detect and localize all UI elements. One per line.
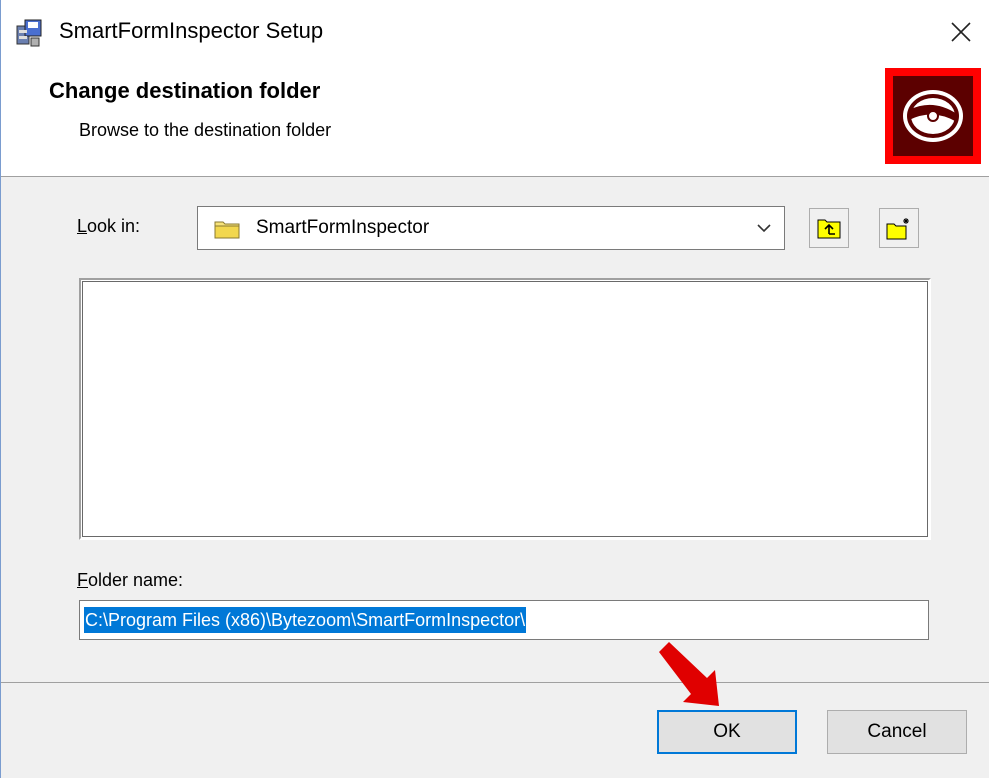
page-title: Change destination folder xyxy=(49,78,321,103)
chevron-down-icon xyxy=(757,224,771,233)
close-button[interactable] xyxy=(939,10,983,54)
cancel-button[interactable]: Cancel xyxy=(827,710,967,754)
folder-name-input[interactable]: C:\Program Files (x86)\Bytezoom\SmartFor… xyxy=(79,600,929,640)
folder-up-icon xyxy=(817,219,841,239)
setup-dialog: SmartFormInspector Setup Change destinat… xyxy=(0,0,989,778)
up-one-level-button[interactable] xyxy=(809,208,849,248)
close-icon xyxy=(951,22,971,42)
disc-icon xyxy=(903,90,963,142)
look-in-label: Look in: xyxy=(77,216,141,236)
banner-image xyxy=(885,68,981,164)
page-subtitle: Browse to the destination folder xyxy=(79,120,332,140)
new-folder-icon xyxy=(886,218,909,240)
new-folder-button[interactable] xyxy=(879,208,919,248)
annotation-arrow-icon xyxy=(659,642,719,706)
installer-icon xyxy=(16,19,42,47)
folder-name-label: Folder name: xyxy=(77,570,184,590)
ok-button[interactable]: OK xyxy=(657,710,797,754)
divider xyxy=(1,682,989,683)
title-bar: SmartFormInspector Setup xyxy=(1,0,989,64)
look-in-dropdown[interactable]: SmartFormInspector xyxy=(197,206,785,250)
folder-name-value: C:\Program Files (x86)\Bytezoom\SmartFor… xyxy=(84,607,527,633)
folder-list[interactable] xyxy=(79,278,931,540)
window-title: SmartFormInspector Setup xyxy=(59,18,324,43)
folder-icon xyxy=(214,221,240,239)
dialog-header: Change destination folder Browse to the … xyxy=(1,64,989,177)
look-in-value: SmartFormInspector xyxy=(256,217,430,238)
